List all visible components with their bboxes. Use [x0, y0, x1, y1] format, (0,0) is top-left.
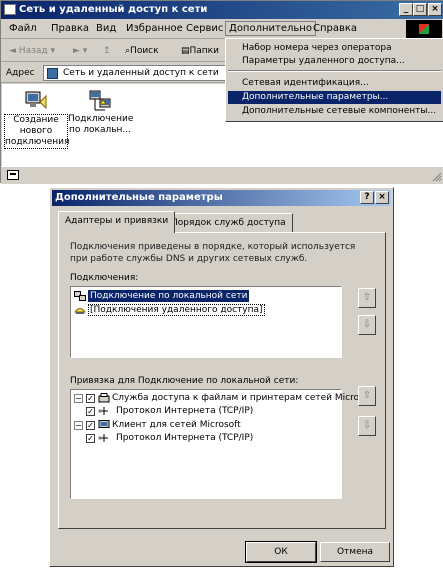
menu-tools[interactable]: Сервис	[186, 23, 223, 34]
menu-edit[interactable]: Правка	[51, 23, 89, 34]
address-value: Сеть и удаленный доступ к сети	[63, 68, 219, 78]
minimize-button[interactable]: _	[399, 3, 413, 16]
connection-item-remote-access[interactable]: [Подключения удаленного доступа]	[88, 304, 265, 316]
windows-logo-icon	[406, 20, 442, 38]
tab-adapters-bindings[interactable]: Адаптеры и привязки	[58, 211, 176, 233]
protocol-icon	[98, 407, 108, 415]
bindings-label: Привязка для Подключение по локальной се…	[70, 376, 299, 386]
menu-item-operator-dialing[interactable]: Набор номера через оператора	[228, 42, 441, 55]
help-button[interactable]: ?	[360, 191, 374, 204]
protocol-icon	[98, 434, 108, 442]
cancel-button[interactable]: Отмена	[320, 542, 390, 562]
status-bar	[1, 166, 443, 184]
binding-microsoft-client[interactable]: Клиент для сетей Microsoft	[112, 419, 241, 431]
move-up-binding-button[interactable]: ⇧	[358, 386, 376, 406]
binding-checkbox[interactable]: ✓	[86, 421, 95, 430]
advanced-settings-dialog: Дополнительные параметры ? × Адаптеры и …	[49, 187, 394, 567]
menu-item-network-identification[interactable]: Сетевая идентификация...	[228, 77, 441, 90]
network-folder-icon	[4, 4, 16, 15]
menu-view[interactable]: Вид	[96, 23, 116, 34]
binding-checkbox[interactable]: ✓	[86, 407, 95, 416]
advanced-menu-dropdown: Набор номера через оператора Параметры у…	[225, 38, 443, 122]
address-input[interactable]: Сеть и удаленный доступ к сети	[43, 65, 243, 81]
file-printer-service-icon	[98, 393, 110, 403]
maximize-button[interactable]: □	[413, 3, 427, 16]
ok-button[interactable]: ОК	[245, 541, 317, 563]
tab-provider-order[interactable]: Порядок служб доступа	[164, 213, 293, 232]
binding-checkbox[interactable]: ✓	[86, 394, 95, 403]
resize-grip-icon[interactable]	[432, 172, 442, 182]
local-area-connection-label: Подключение по локальн...	[68, 114, 134, 135]
menu-separator	[228, 70, 441, 72]
menu-item-advanced-settings[interactable]: Дополнительные параметры...	[228, 91, 441, 104]
connections-label: Подключения:	[70, 273, 139, 283]
dialup-connection-icon	[74, 308, 86, 314]
menu-file[interactable]: Файл	[9, 23, 37, 34]
collapse-toggle-icon[interactable]: −	[74, 421, 83, 430]
move-down-connection-button[interactable]: ⇩	[358, 315, 376, 335]
dialog-close-button[interactable]: ×	[375, 191, 389, 204]
forward-button[interactable]: ► ▾	[73, 46, 87, 56]
binding-tcpip-2[interactable]: Протокол Интернета (TCP/IP)	[116, 432, 253, 444]
dialog-title: Дополнительные параметры	[55, 192, 223, 203]
menu-item-dialup-preferences[interactable]: Параметры удаленного доступа...	[228, 55, 441, 68]
binding-checkbox[interactable]: ✓	[86, 434, 95, 443]
network-connections-icon	[47, 68, 58, 79]
binding-file-printer-sharing[interactable]: Служба доступа к файлам и принтерам сете…	[112, 392, 376, 404]
connections-list[interactable]: Подключение по локальной сети [Подключен…	[70, 286, 342, 358]
menubar: Файл Правка Вид Избранное Сервис Дополни…	[1, 19, 443, 39]
move-up-connection-button[interactable]: ⇧	[358, 288, 376, 308]
bindings-tree[interactable]: − ✓ Служба доступа к файлам и принтерам …	[70, 389, 376, 499]
explorer-window: Сеть и удаленный доступ к сети _ □ × Фай…	[0, 0, 443, 184]
collapse-toggle-icon[interactable]: −	[74, 394, 83, 403]
explorer-title: Сеть и удаленный доступ к сети	[19, 4, 208, 15]
new-connection-item[interactable]: Создание нового подключения	[4, 86, 70, 149]
new-connection-wizard-icon	[24, 90, 48, 112]
dialog-titlebar[interactable]: Дополнительные параметры ? ×	[52, 190, 391, 206]
lan-connection-icon	[88, 90, 112, 112]
folders-button[interactable]: ▤Папки	[181, 46, 219, 56]
back-arrow-icon: ◄	[9, 46, 19, 56]
menu-help[interactable]: Справка	[313, 23, 357, 34]
back-button[interactable]: ◄ Назад ▾	[9, 46, 55, 56]
menu-advanced[interactable]: Дополнительно	[225, 21, 316, 36]
folders-icon: ▤	[181, 46, 190, 56]
menu-item-optional-components[interactable]: Дополнительные сетевые компоненты...	[228, 105, 441, 118]
dialog-description: Подключения приведены в порядке, который…	[70, 242, 356, 264]
close-button[interactable]: ×	[428, 3, 442, 16]
local-area-connection-item[interactable]: Подключение по локальн...	[68, 86, 134, 136]
move-down-binding-button[interactable]: ⇩	[358, 416, 376, 436]
up-folder-icon[interactable]: ↥	[103, 46, 111, 56]
explorer-titlebar[interactable]: Сеть и удаленный доступ к сети _ □ ×	[1, 1, 443, 19]
search-button[interactable]: ⌕Поиск	[125, 46, 159, 56]
lan-adapter-icon	[74, 291, 86, 301]
network-client-icon	[98, 420, 110, 428]
address-label: Адрес	[6, 68, 35, 78]
connection-item-lan[interactable]: Подключение по локальной сети	[88, 290, 250, 302]
new-connection-label: Создание нового подключения	[4, 114, 70, 149]
binding-tcpip-1[interactable]: Протокол Интернета (TCP/IP)	[116, 405, 253, 417]
status-computer-icon	[7, 170, 19, 180]
menu-favorites[interactable]: Избранное	[126, 23, 183, 34]
